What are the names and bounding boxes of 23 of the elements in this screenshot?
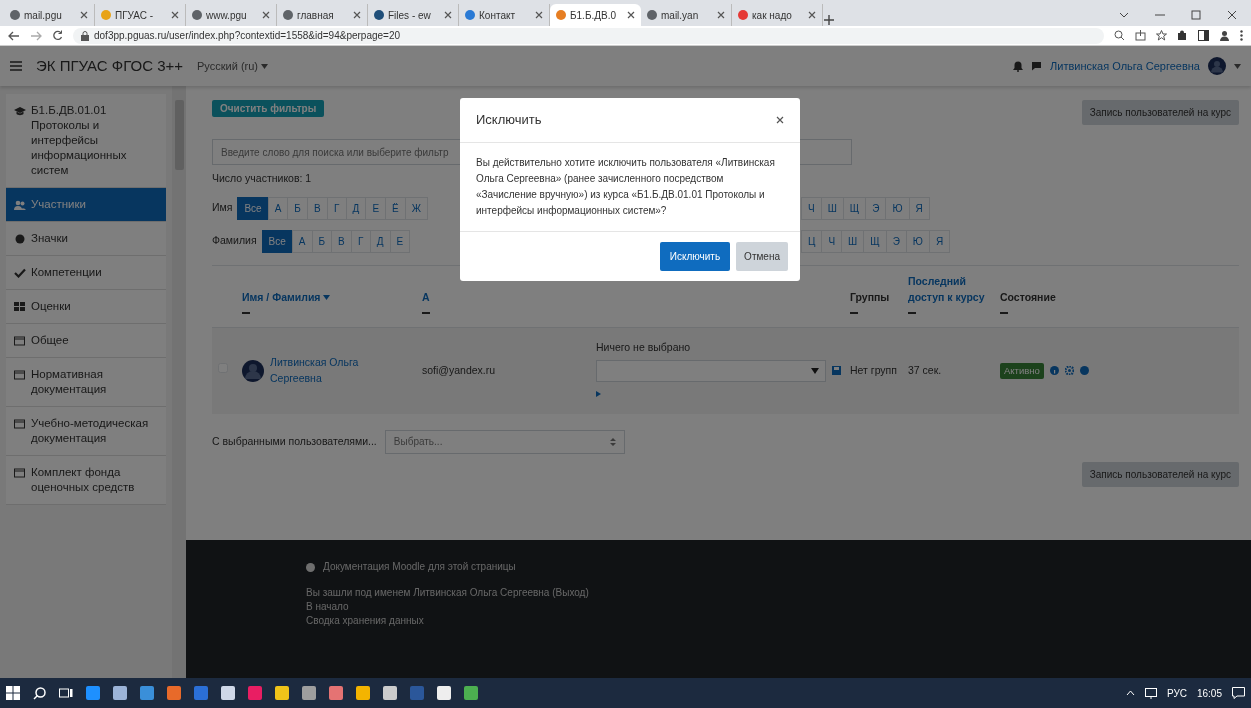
tab-title: mail.yan (661, 8, 700, 23)
status-badge: Активно (1000, 362, 1044, 379)
tab-title: ПГУАС - (115, 8, 155, 23)
bulk-action-label: С выбранными пользователями... (212, 433, 377, 449)
dialog-message: Вы действительно хотите исключить пользователя «Литвинская Ольга Сергеевна» (ранее зачисленного посредством «Зачисление вручную») из курса «Б1.Б.ДВ.01.01 Протоколы и интерфейсы информационных систем»? (475, 155, 776, 218)
tab-title: Б1.Б.ДВ.0 (570, 8, 618, 23)
tab-title: главная (297, 8, 335, 23)
column-header: Группы (850, 289, 891, 305)
dialog-title: Исключить (476, 111, 542, 129)
groups-cell-text: Нет групп (850, 362, 898, 378)
filter-label: Фамилия (212, 233, 257, 249)
tab-title: Контакт (479, 8, 516, 23)
tab-title: mail.pgu (24, 8, 63, 23)
last-access-cell-text: 37 сек. (908, 362, 943, 378)
email-cell-text: sofi@yandex.ru (422, 362, 497, 378)
participant-count: Число участников: 1 (212, 171, 312, 186)
column-header: Состояние (1000, 289, 1057, 305)
login-info-text: Вы зашли под именем (306, 587, 411, 598)
tab-title: www.pgu (206, 8, 248, 23)
filter-label: Имя (212, 200, 233, 216)
tab-title: Files - ew (388, 8, 432, 23)
tab-title: как надо (752, 8, 793, 23)
roles-text: Ничего не выбрано (596, 340, 692, 355)
